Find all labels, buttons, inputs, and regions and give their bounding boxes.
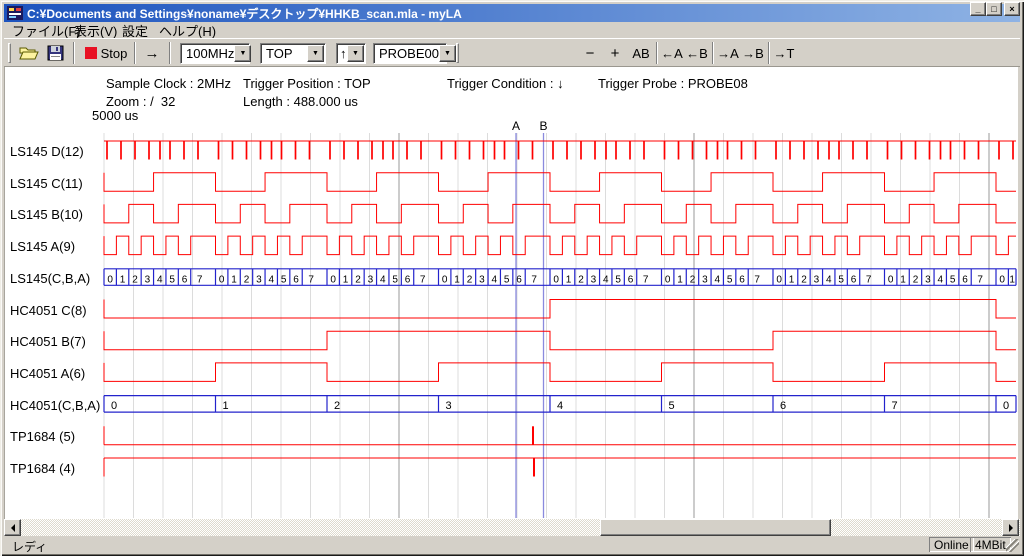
channel-label: TP1684 (4) bbox=[10, 461, 102, 476]
channel-label: HC4051(C,B,A) bbox=[10, 398, 102, 413]
waveform-area[interactable] bbox=[4, 67, 1018, 519]
title-bar[interactable]: C:¥Documents and Settings¥noname¥デスクトップ¥… bbox=[4, 4, 1020, 22]
status-memory-badge: 4MBit bbox=[970, 537, 1011, 552]
channel-label: HC4051 C(8) bbox=[10, 303, 102, 318]
toolbar-separator bbox=[134, 42, 136, 64]
info-zoom: Zoom : / 32 bbox=[106, 94, 175, 109]
status-bar: レディ Online 4MBit bbox=[4, 537, 1020, 553]
menu-bar: ファイル(F) 表示(V) 設定 ヘルプ(H) bbox=[4, 23, 1020, 38]
run-button[interactable]: → bbox=[139, 42, 165, 64]
goto-b-back-button[interactable]: ←B bbox=[685, 42, 709, 64]
window-title: C:¥Documents and Settings¥noname¥デスクトップ¥… bbox=[27, 5, 1017, 22]
close-button[interactable]: × bbox=[1004, 2, 1020, 16]
channel-label: HC4051 A(6) bbox=[10, 366, 102, 381]
toolbar-separator bbox=[712, 42, 714, 64]
chevron-down-icon[interactable]: ▼ bbox=[307, 45, 324, 62]
goto-a-back-button[interactable]: ←A bbox=[660, 42, 684, 64]
time-scale-label: 5000 us bbox=[92, 108, 138, 123]
trigger-edge-combo[interactable]: ↑ ▼ bbox=[336, 43, 366, 64]
open-folder-icon bbox=[19, 45, 39, 61]
zoom-in-button[interactable]: + bbox=[605, 42, 625, 64]
triangle-left-icon bbox=[11, 524, 15, 532]
goto-b-fwd-button[interactable]: →B bbox=[741, 42, 765, 64]
stop-label: Stop bbox=[101, 46, 128, 61]
channel-label: HC4051 B(7) bbox=[10, 334, 102, 349]
open-file-button[interactable] bbox=[16, 42, 42, 64]
chevron-down-icon[interactable]: ▼ bbox=[234, 45, 251, 62]
goto-trigger-button[interactable]: →T bbox=[772, 42, 796, 64]
goto-a-fwd-button[interactable]: →A bbox=[716, 42, 740, 64]
trigger-probe-value: PROBE00 bbox=[374, 46, 439, 61]
info-sample-clock: Sample Clock : 2MHz bbox=[106, 76, 231, 91]
channel-label: LS145 B(10) bbox=[10, 207, 102, 222]
scroll-right-button[interactable] bbox=[1002, 519, 1019, 536]
toolbar-grip[interactable] bbox=[456, 43, 459, 63]
floppy-disk-icon bbox=[47, 45, 64, 61]
channel-label: LS145 D(12) bbox=[10, 144, 102, 159]
app-icon bbox=[7, 6, 23, 20]
menu-view[interactable]: 表示(V) bbox=[70, 23, 121, 38]
sample-clock-combo[interactable]: 100MHz ▼ bbox=[180, 43, 250, 64]
trigger-position-combo[interactable]: TOP ▼ bbox=[260, 43, 326, 64]
sample-clock-value: 100MHz bbox=[181, 46, 234, 61]
info-trigger-position: Trigger Position : TOP bbox=[243, 76, 371, 91]
toolbar-separator bbox=[768, 42, 770, 64]
maximize-button[interactable]: □ bbox=[986, 2, 1002, 16]
chevron-down-icon[interactable]: ▼ bbox=[347, 45, 364, 62]
trigger-position-value: TOP bbox=[261, 46, 307, 61]
info-length: Length : 488.000 us bbox=[243, 94, 358, 109]
minimize-button[interactable]: _ bbox=[970, 2, 986, 16]
status-ready: レディ bbox=[12, 538, 47, 555]
stop-icon bbox=[85, 47, 97, 59]
menu-help[interactable]: ヘルプ(H) bbox=[155, 23, 220, 38]
trigger-probe-combo[interactable]: PROBE00 ▼ bbox=[373, 43, 447, 64]
channel-label: TP1684 (5) bbox=[10, 429, 102, 444]
channel-label: LS145 A(9) bbox=[10, 239, 102, 254]
status-online-badge: Online bbox=[929, 537, 974, 552]
stop-button[interactable]: Stop bbox=[80, 42, 132, 64]
toolbar-grip[interactable] bbox=[8, 43, 11, 63]
toolbar: Stop → 100MHz ▼ TOP ▼ ↑ ▼ PROBE00 ▼ − + … bbox=[4, 38, 1020, 67]
app-window: C:¥Documents and Settings¥noname¥デスクトップ¥… bbox=[0, 0, 1024, 556]
toolbar-separator bbox=[656, 42, 658, 64]
resize-grip[interactable] bbox=[1006, 539, 1019, 552]
ab-markers-button[interactable]: AB bbox=[628, 42, 654, 64]
chevron-down-icon[interactable]: ▼ bbox=[439, 45, 456, 62]
toolbar-separator bbox=[169, 42, 171, 64]
menu-settings[interactable]: 設定 bbox=[118, 23, 152, 38]
channel-label: LS145(C,B,A) bbox=[10, 271, 102, 286]
channel-label: LS145 C(11) bbox=[10, 176, 102, 191]
triangle-right-icon bbox=[1009, 524, 1013, 532]
trigger-edge-value: ↑ bbox=[337, 46, 347, 61]
toolbar-separator bbox=[73, 42, 75, 64]
horizontal-scrollbar[interactable] bbox=[4, 519, 1020, 536]
scroll-left-button[interactable] bbox=[4, 519, 21, 536]
scrollbar-thumb[interactable] bbox=[600, 519, 831, 536]
save-button[interactable] bbox=[42, 42, 68, 64]
info-trigger-probe: Trigger Probe : PROBE08 bbox=[598, 76, 748, 91]
zoom-out-button[interactable]: − bbox=[580, 42, 600, 64]
info-trigger-condition: Trigger Condition : ↓ bbox=[447, 76, 564, 91]
